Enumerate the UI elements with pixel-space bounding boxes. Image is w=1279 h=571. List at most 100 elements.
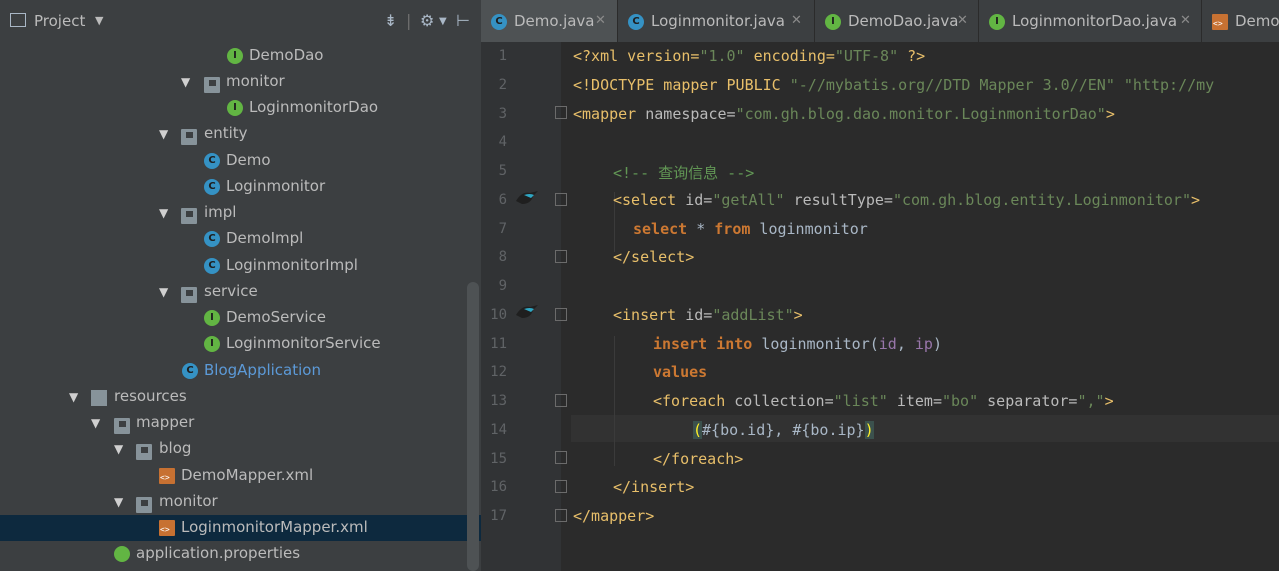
tree-item-demomapper-xml[interactable]: DemoMapper.xml [0, 463, 481, 489]
fold-marker-icon[interactable] [555, 480, 567, 493]
token: namespace= [645, 105, 736, 123]
tree-item-monitor-folder[interactable]: ▼ monitor [0, 489, 481, 515]
line-number: 8 [498, 249, 507, 265]
tab-label: DemoDao.java [848, 12, 959, 30]
expand-arrow-icon[interactable]: ▼ [91, 416, 100, 430]
tree-item-label: DemoDao [249, 46, 324, 64]
line-number: 3 [498, 106, 507, 122]
class-icon: C [491, 14, 507, 30]
expand-arrow-icon[interactable]: ▼ [69, 390, 78, 404]
code-editor[interactable]: 1 2 3 4 5 6 7 8 9 10 11 12 13 14 15 16 1… [481, 42, 1279, 571]
expand-arrow-icon[interactable]: ▼ [114, 495, 123, 509]
close-icon[interactable]: ✕ [595, 13, 606, 28]
tab-demo-java[interactable]: C Demo.java ✕ [481, 0, 618, 42]
fold-marker-icon[interactable] [555, 250, 567, 263]
fold-marker-icon[interactable] [555, 106, 567, 119]
token: ( [693, 421, 703, 439]
mybatis-navigate-icon[interactable] [514, 187, 540, 209]
code-line-17: </mapper> [573, 507, 654, 525]
expand-arrow-icon[interactable]: ▼ [159, 127, 168, 141]
package-icon [181, 129, 197, 145]
tree-item-label: DemoImpl [226, 229, 304, 247]
tree-item-monitor-package[interactable]: ▼ monitor [0, 69, 481, 95]
interface-icon: I [227, 48, 243, 64]
tab-loginmonitor-java[interactable]: C Loginmonitor.java ✕ [618, 0, 815, 42]
expand-arrow-icon[interactable]: ▼ [159, 206, 168, 220]
token: item= [887, 392, 942, 410]
project-panel-header: Project ▼ ⇟ | ⚙ ▼ ⊢ [0, 0, 481, 42]
token: from [714, 220, 751, 238]
tree-item-application-properties[interactable]: application.properties [0, 541, 481, 567]
class-icon: C [628, 14, 644, 30]
tree-item-demoimpl[interactable]: C DemoImpl [0, 226, 481, 252]
tree-item-impl[interactable]: ▼ impl [0, 200, 481, 226]
tab-loginmonitordao-java[interactable]: I LoginmonitorDao.java ✕ [979, 0, 1202, 42]
class-icon: C [204, 153, 220, 169]
fold-marker-icon[interactable] [555, 394, 567, 407]
indent-guide [614, 336, 615, 466]
tree-item-demoservice[interactable]: I DemoService [0, 305, 481, 331]
token: "getAll" [712, 191, 785, 209]
token: ) [932, 335, 942, 353]
expand-arrow-icon[interactable]: ▼ [181, 75, 190, 89]
fold-marker-icon[interactable] [555, 308, 567, 321]
tree-item-loginmonitorservice[interactable]: I LoginmonitorService [0, 331, 481, 357]
token: <!DOCTYPE mapper PUBLIC [573, 76, 790, 94]
tree-item-label: LoginmonitorMapper.xml [181, 518, 368, 536]
token: <?xml version= [573, 47, 700, 65]
tree-item-resources[interactable]: ▼ resources [0, 384, 481, 410]
token: collection= [734, 392, 834, 410]
code-line-6: <select id="getAll" resultType="com.gh.b… [613, 191, 1200, 209]
hide-panel-icon[interactable]: ⊢ [456, 11, 470, 30]
line-number: 14 [490, 422, 507, 438]
token: > [1104, 392, 1114, 410]
token: </foreach> [653, 450, 744, 468]
tree-item-demo[interactable]: C Demo [0, 148, 481, 174]
class-icon: C [204, 258, 220, 274]
collapse-all-icon[interactable]: ⇟ [384, 11, 397, 30]
tree-item-service[interactable]: ▼ service [0, 279, 481, 305]
expand-arrow-icon[interactable]: ▼ [114, 442, 123, 456]
tree-item-label: DemoService [226, 308, 327, 326]
project-scrollbar[interactable] [467, 282, 479, 571]
token: <mapper [573, 105, 646, 123]
chevron-down-icon[interactable]: ▼ [95, 14, 103, 27]
tab-demodao-java[interactable]: I DemoDao.java ✕ [815, 0, 979, 42]
tree-item-entity[interactable]: ▼ entity [0, 121, 481, 147]
line-number: 7 [498, 221, 507, 237]
code-line-10: <insert id="addList"> [613, 306, 803, 324]
tree-item-loginmonitormapper-xml[interactable]: LoginmonitorMapper.xml [0, 515, 481, 541]
fold-marker-icon[interactable] [555, 509, 567, 522]
package-icon [181, 208, 197, 224]
token: </insert> [613, 478, 695, 496]
fold-marker-icon[interactable] [555, 451, 567, 464]
token: ) [864, 421, 874, 439]
token: "com.gh.blog.entity.Loginmonitor" [892, 191, 1191, 209]
tree-item-loginmonitordao[interactable]: I LoginmonitorDao [0, 95, 481, 121]
tree-item-loginmonitor[interactable]: C Loginmonitor [0, 174, 481, 200]
code-line-13: <foreach collection="list" item="bo" sep… [653, 392, 1114, 410]
close-icon[interactable]: ✕ [957, 13, 968, 28]
tree-item-loginmonitorimpl[interactable]: C LoginmonitorImpl [0, 253, 481, 279]
code-line-16: </insert> [613, 478, 694, 496]
tree-item-mapper[interactable]: ▼ mapper [0, 410, 481, 436]
token: loginmonitor( [752, 335, 879, 353]
mybatis-navigate-icon[interactable] [514, 301, 540, 323]
token: #{bo.id}, #{bo.ip} [702, 421, 865, 439]
tree-item-demodao[interactable]: I DemoDao [0, 43, 481, 69]
token: loginmonitor [750, 220, 868, 238]
fold-marker-icon[interactable] [555, 193, 567, 206]
gear-icon[interactable]: ⚙ [420, 11, 434, 30]
project-title[interactable]: Project [34, 12, 85, 30]
tree-item-blog[interactable]: ▼ blog [0, 436, 481, 462]
close-icon[interactable]: ✕ [791, 13, 802, 28]
expand-arrow-icon[interactable]: ▼ [159, 285, 168, 299]
tab-demo-xml[interactable]: Demo [1202, 0, 1279, 42]
gear-dropdown-icon[interactable]: ▼ [439, 16, 447, 27]
token: id [878, 335, 897, 353]
code-line-8: </select> [613, 248, 694, 266]
tree-item-blogapplication[interactable]: C BlogApplication [0, 358, 481, 384]
token: id= [685, 191, 713, 209]
close-icon[interactable]: ✕ [1180, 13, 1191, 28]
